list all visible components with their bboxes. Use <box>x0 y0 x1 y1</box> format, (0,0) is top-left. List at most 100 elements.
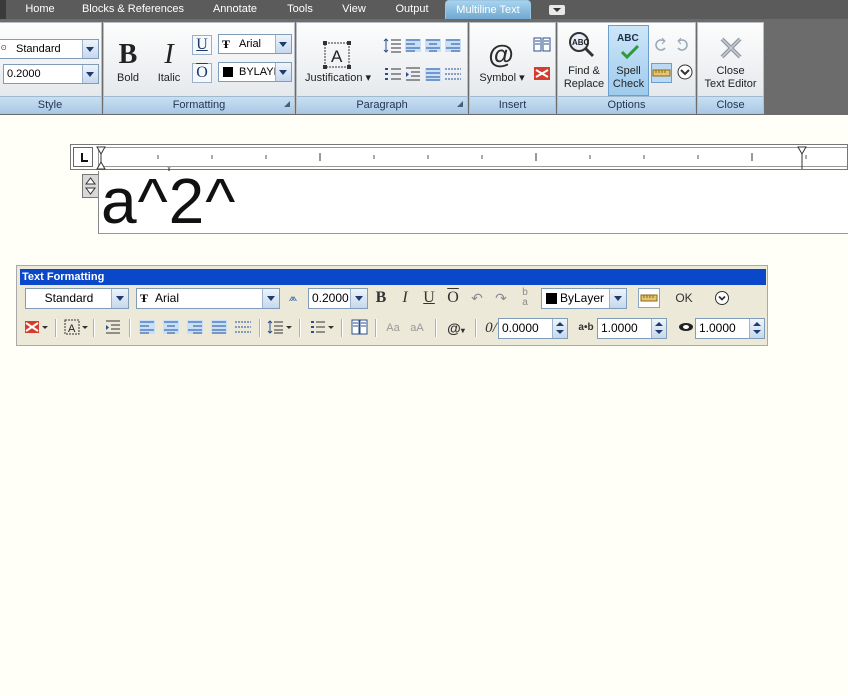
tf-undo-icon[interactable]: ↶ <box>467 288 487 308</box>
spinner-arrows-icon[interactable] <box>552 319 567 338</box>
tf-ok-button[interactable]: OK <box>670 288 698 308</box>
chevron-down-icon[interactable] <box>82 40 98 58</box>
chevron-down-icon[interactable] <box>275 35 291 53</box>
paragraph-icon[interactable] <box>403 65 423 84</box>
text-style-combo[interactable]: ʘ Standard <box>0 39 99 59</box>
tf-align-left-icon[interactable] <box>137 318 157 338</box>
chevron-down-icon[interactable] <box>82 65 98 83</box>
tf-insert-field-icon[interactable] <box>349 318 369 338</box>
overline-button[interactable]: O <box>192 63 212 83</box>
stack-icon[interactable]: ba <box>515 288 535 308</box>
tab-output[interactable]: Output <box>388 0 436 19</box>
tf-columns-icon[interactable] <box>23 318 49 338</box>
application-menu-edge[interactable] <box>0 0 6 19</box>
underline-button[interactable]: U <box>192 35 212 55</box>
tf-symbol-icon[interactable]: @▾ <box>443 318 469 338</box>
dialog-launcher-icon[interactable] <box>457 101 463 107</box>
spinner-arrows-icon[interactable] <box>749 319 764 338</box>
spell-check-label: Spell Check <box>612 65 645 90</box>
tracking-spinner[interactable]: 1.0000 <box>597 318 667 339</box>
tf-font-combo[interactable]: Ŧ Arial <box>136 288 280 309</box>
tab-annotate[interactable]: Annotate <box>204 0 266 19</box>
justify-icon[interactable] <box>423 65 443 84</box>
chevron-down-icon[interactable] <box>111 289 128 308</box>
right-indent-marker-icon[interactable] <box>797 146 807 170</box>
justification-button[interactable]: Justification ▾ <box>303 72 373 85</box>
chevron-down-icon[interactable] <box>262 289 279 308</box>
symbol-button[interactable]: Symbol ▾ <box>474 72 530 85</box>
color-combo[interactable]: BYLAYER <box>218 62 292 82</box>
tab-blocks-references[interactable]: Blocks & References <box>76 0 190 19</box>
italic-icon[interactable]: I <box>157 39 181 70</box>
tf-ruler-icon[interactable] <box>638 288 660 308</box>
tf-italic-button[interactable]: I <box>395 288 415 308</box>
undo-icon[interactable] <box>651 35 671 54</box>
italic-button-label[interactable]: Italic <box>149 72 189 85</box>
mtext-editor[interactable]: a^2^ <box>98 169 848 234</box>
tf-align-right-icon[interactable] <box>185 318 205 338</box>
annotative-icon[interactable]: ⩕ <box>283 288 303 308</box>
find-replace-icon[interactable]: ABC <box>566 30 600 60</box>
text-height-combo[interactable]: 0.2000 <box>3 64 99 84</box>
tf-height-combo[interactable]: 0.2000 <box>308 288 368 309</box>
tf-justification-icon[interactable]: A <box>63 318 89 338</box>
tf-line-spacing-icon[interactable] <box>267 318 293 338</box>
bold-icon[interactable]: B <box>114 39 142 70</box>
tf-paragraph-icon[interactable] <box>103 318 123 338</box>
align-left-icon[interactable] <box>403 36 423 55</box>
close-text-editor-button[interactable]: Close Text Editor <box>698 65 763 91</box>
tf-overline-button[interactable]: O <box>443 288 463 308</box>
close-panel-title: Close <box>698 96 763 113</box>
tf-distribute-icon[interactable] <box>233 318 253 338</box>
tab-view[interactable]: View <box>334 0 374 19</box>
tf-justify-icon[interactable] <box>209 318 229 338</box>
tf-color-combo[interactable]: ByLayer <box>541 288 627 309</box>
tf-redo-icon[interactable]: ↷ <box>491 288 511 308</box>
justification-icon[interactable]: A <box>323 41 351 69</box>
spell-check-button[interactable]: ABC Spell Check <box>608 25 649 96</box>
tf-style-combo[interactable]: Standard <box>25 288 129 309</box>
align-center-icon[interactable] <box>423 36 443 55</box>
tracking-icon: a•b <box>578 322 594 333</box>
tf-uppercase-button[interactable]: Aa <box>383 318 403 338</box>
options-dropdown-icon[interactable] <box>675 63 695 82</box>
oblique-angle-spinner[interactable]: 0.0000 <box>498 318 568 339</box>
columns-icon[interactable] <box>532 35 552 54</box>
tab-home[interactable]: Home <box>18 0 62 19</box>
text-formatting-title[interactable]: Text Formatting <box>20 269 766 285</box>
tab-stop-selector[interactable] <box>73 147 93 167</box>
chevron-down-icon[interactable] <box>275 63 291 81</box>
mtext-content[interactable]: a^2^ <box>101 169 236 233</box>
ruler-toggle-icon[interactable] <box>651 63 672 83</box>
chevron-down-icon[interactable] <box>350 289 367 308</box>
spinner-arrows-icon[interactable] <box>651 319 666 338</box>
tf-options-icon[interactable] <box>712 288 732 308</box>
numbering-icon[interactable] <box>383 65 403 84</box>
tab-multiline-text[interactable]: Multiline Text <box>445 0 531 19</box>
width-factor-spinner[interactable]: 1.0000 <box>695 318 765 339</box>
chevron-down-icon <box>553 8 561 12</box>
dialog-launcher-icon[interactable] <box>284 101 290 107</box>
tf-underline-button[interactable]: U <box>419 288 439 308</box>
field-icon[interactable] <box>532 64 552 83</box>
tab-tools[interactable]: Tools <box>280 0 320 19</box>
symbol-icon[interactable]: @ <box>487 39 515 69</box>
align-right-icon[interactable] <box>443 36 463 55</box>
chevron-down-icon[interactable] <box>609 289 626 308</box>
line-spacing-icon[interactable] <box>383 36 403 55</box>
ruler-track[interactable] <box>98 147 847 167</box>
style-panel: ʘ Standard 0.2000 Style <box>0 22 102 114</box>
font-combo[interactable]: Ŧ Arial <box>218 34 292 54</box>
tf-numbering-icon[interactable] <box>309 318 335 338</box>
redo-icon[interactable] <box>672 35 692 54</box>
distribute-icon[interactable] <box>443 65 463 84</box>
tf-align-center-icon[interactable] <box>161 318 181 338</box>
tf-lowercase-button[interactable]: aA <box>407 318 427 338</box>
bold-button-label[interactable]: Bold <box>108 72 148 85</box>
width-factor-icon <box>676 318 696 338</box>
close-x-icon[interactable] <box>718 35 744 61</box>
find-replace-button[interactable]: Find & Replace <box>560 65 608 91</box>
tf-bold-button[interactable]: B <box>371 288 391 308</box>
height-sizer-handle[interactable] <box>82 174 99 198</box>
minimize-ribbon-button[interactable] <box>549 5 565 15</box>
